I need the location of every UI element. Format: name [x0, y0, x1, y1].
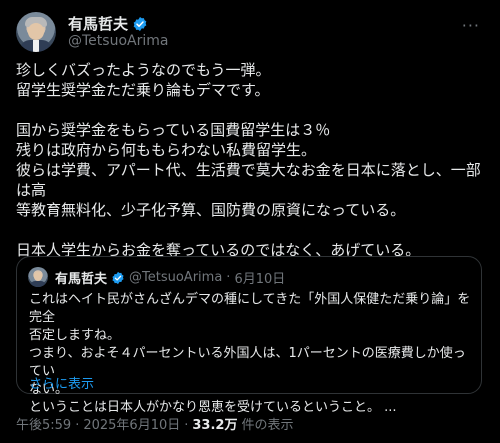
- quoted-tweet-text: これはヘイト民がさんざんデマの種にしてきた「外国人保健ただ乗り論」を完全 否定し…: [29, 291, 475, 417]
- quoted-line: 否定しますね。: [29, 328, 121, 343]
- author-avatar[interactable]: [16, 12, 56, 52]
- tweet-line: [16, 100, 486, 120]
- author-name-row: 有馬哲夫: [68, 13, 148, 34]
- quoted-author-avatar: [28, 267, 48, 287]
- tweet-line: 彼らは学費、アパート代、生活費で莫大なお金を日本に落とし、一部は高: [16, 161, 481, 199]
- tweet-header: 有馬哲夫 @TetsuoArima ···: [16, 12, 484, 56]
- tweet-line: 等教育無料化、少子化予算、国防費の原資になっている。: [16, 201, 406, 219]
- quoted-line: つまり、およそ４パーセントいる外国人は、1パーセントの医療費しか使ってい: [29, 346, 466, 379]
- views-label: 件の表示: [241, 418, 294, 433]
- tweet-line: 珍しくバズったようなのでもう一弾。: [16, 61, 271, 79]
- tweet-text: 珍しくバズったようなのでもう一弾。 留学生奨学金ただ乗り論もデマです。 国から奨…: [16, 60, 486, 260]
- post-date[interactable]: 2025年6月10日: [83, 414, 180, 433]
- quoted-line: ない。: [29, 382, 69, 397]
- quoted-separator: ·: [226, 270, 231, 285]
- views-count: 33.2万: [192, 418, 238, 433]
- tweet-line: 残りは政府から何ももらわない私費留学生。: [16, 141, 317, 159]
- tweet-line: [16, 220, 486, 240]
- show-more-link[interactable]: さらに表示: [29, 373, 94, 392]
- tweet-line: 留学生奨学金ただ乗り論もデマです。: [16, 81, 270, 99]
- quoted-tweet-card[interactable]: 有馬哲夫 @TetsuoArima · 6月10日 これはヘイト民がさんざんデマ…: [16, 256, 482, 415]
- author-display-name[interactable]: 有馬哲夫: [68, 13, 128, 34]
- post-time[interactable]: 午後5:59: [16, 414, 71, 433]
- quoted-line: これはヘイト民がさんざんデマの種にしてきた「外国人保健ただ乗り論」を完全: [29, 292, 471, 325]
- footer-separator: ·: [184, 418, 189, 433]
- verified-badge-icon: [112, 271, 124, 284]
- more-dots-icon[interactable]: ···: [462, 16, 480, 35]
- quoted-author-name: 有馬哲夫: [55, 272, 108, 287]
- footer-separator: ·: [75, 418, 80, 433]
- author-handle[interactable]: @TetsuoArima: [68, 33, 168, 49]
- quoted-tweet-meta: 有馬哲夫 @TetsuoArima · 6月10日: [55, 268, 285, 287]
- verified-badge-icon: [133, 16, 147, 31]
- quoted-date: 6月10日: [234, 272, 286, 287]
- tweet-line: 国から奨学金をもらっている国費留学生は３％: [16, 121, 331, 139]
- quoted-author-handle: @TetsuoArima: [129, 270, 223, 285]
- tweet-footer: 午後5:59 · 2025年6月10日 · 33.2万 件の表示: [16, 414, 293, 433]
